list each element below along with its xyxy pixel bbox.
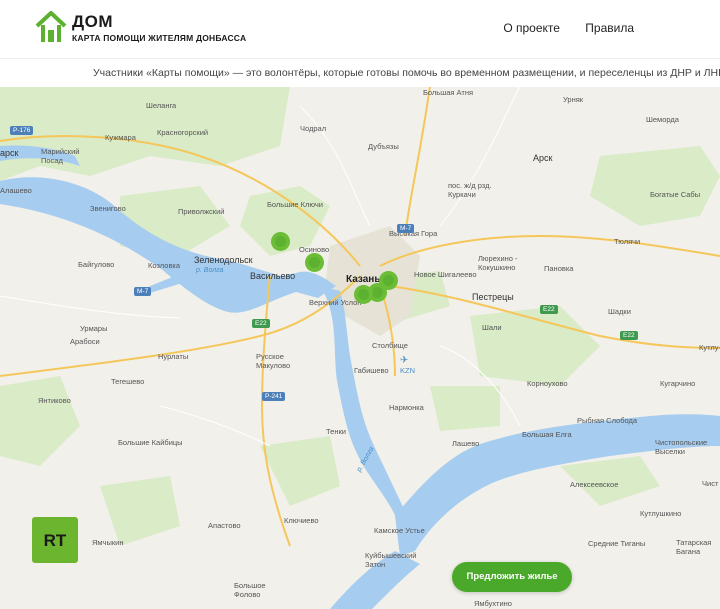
map-label: Зеленодольск [194, 255, 253, 265]
map-label: Габишево [354, 366, 389, 375]
airport-code: KZN [400, 366, 415, 375]
map-label: Васильево [250, 271, 296, 281]
map-label: Рыбная Слобода [577, 416, 638, 425]
map-label: Арабоси [70, 337, 100, 346]
brand-title: ДОМ [72, 12, 113, 31]
map-label: Новое Шигалеево [414, 270, 477, 279]
map-label: Чистопольские Выселки [655, 438, 708, 456]
map-label: Нармонка [389, 403, 424, 412]
map-label: Дубъязы [368, 142, 399, 151]
map-label: Корноухово [527, 379, 568, 388]
brand-subtitle: КАРТА ПОМОЩИ ЖИТЕЛЯМ ДОНБАССА [72, 33, 247, 43]
map-label: Кутлу- [699, 343, 720, 352]
nav-about-link[interactable]: О проекте [503, 21, 560, 35]
river-label: р. Волга [196, 267, 224, 274]
map-label: Апастово [208, 521, 241, 530]
map-label: Ямбухтино [474, 599, 512, 608]
map-label: Кугарчино [660, 379, 696, 388]
map-label: Козловка [148, 261, 181, 270]
map-label: Большая Атня [423, 88, 474, 97]
map-label: Верхний Услон [309, 298, 362, 307]
map-label: Средние Тиганы [588, 539, 646, 548]
map-label: Кутлушкино [640, 509, 682, 518]
map-label: Алашево [0, 186, 32, 195]
map-label: Янтиково [38, 396, 71, 405]
map-label: Чист [702, 479, 719, 488]
header: ДОМ КАРТА ПОМОЩИ ЖИТЕЛЯМ ДОНБАССА О прое… [0, 0, 720, 58]
map-label: Большая Елга [522, 430, 572, 439]
ticker-text: Участники «Карты помощи» — это волонтёры… [93, 67, 720, 79]
map-label: Марийский Посад [41, 147, 80, 165]
map-label: Ключиево [284, 516, 319, 525]
map-label: Алексеевское [570, 480, 619, 489]
road-shield: Е22 [540, 305, 558, 314]
map-label: Большие Кайбицы [118, 438, 183, 447]
map-label: Тенки [326, 427, 346, 436]
map-label: Большие Ключи [267, 200, 323, 209]
road-shield: М-7 [134, 287, 152, 296]
map-label: арск [0, 148, 19, 158]
map-view[interactable]: Большая Атня Урняк Шеланга Кужмара Красн… [0, 86, 720, 609]
road-shield: Р-241 [262, 392, 286, 401]
map-label: Тегешево [111, 377, 145, 386]
map-label: Лашево [452, 439, 480, 448]
map-base [0, 86, 720, 609]
road-shield: Р-176 [10, 126, 34, 135]
map-label: Камское Устье [374, 526, 425, 535]
map-label: Тюлячи [614, 237, 641, 246]
road-shield: Е22 [620, 331, 638, 340]
help-marker[interactable] [354, 285, 373, 304]
map-label: Шеморда [646, 115, 679, 124]
map-label: Арск [533, 153, 553, 163]
road-shield: Е22 [252, 319, 270, 328]
main-nav: О проекте Правила [481, 21, 634, 35]
map-label: Люрехино - Кокушкино [478, 254, 518, 272]
map-label: Пестрецы [472, 292, 514, 302]
map-label: Урняк [563, 95, 584, 104]
map-label: Чодрал [300, 124, 327, 133]
map-label: Приволжский [178, 207, 225, 216]
rt-logo[interactable]: RT [32, 517, 78, 563]
house-logo-icon [35, 11, 67, 42]
map-label: Ямчыкин [92, 538, 124, 547]
map-label: Шали [482, 323, 502, 332]
map-label: Байгулово [78, 260, 115, 269]
map-label: Нурлаты [158, 352, 189, 361]
map-label: Красногорский [157, 128, 209, 137]
map-label: Русское Макулово [256, 352, 291, 370]
map-label: Звениговo [90, 204, 126, 213]
info-ticker: Участники «Карты помощи» — это волонтёры… [0, 58, 720, 87]
map-label: пос. ж/д рзд. Куркачи [448, 181, 492, 199]
map-label: Шеланга [146, 101, 177, 110]
airport-icon: ✈ [400, 355, 409, 366]
map-label: Кужмара [105, 133, 136, 142]
map-label: Куйбышевский Затон [365, 551, 417, 569]
rt-logo-text: RT [43, 531, 67, 550]
road-shield: М-7 [397, 224, 415, 233]
help-marker[interactable] [305, 253, 324, 272]
map-label: Урмары [80, 324, 108, 333]
map-label: Татарская Багана [676, 538, 712, 556]
map-label: Пановка [544, 264, 574, 273]
map-label: Богатые Сабы [650, 190, 701, 199]
nav-rules-link[interactable]: Правила [585, 21, 634, 35]
map-label: Столбище [372, 341, 408, 350]
offer-housing-button[interactable]: Предложить жилье [452, 562, 572, 592]
help-marker[interactable] [271, 232, 290, 251]
map-label: Большое Фолово [234, 581, 266, 599]
map-label: Шадки [608, 307, 631, 316]
